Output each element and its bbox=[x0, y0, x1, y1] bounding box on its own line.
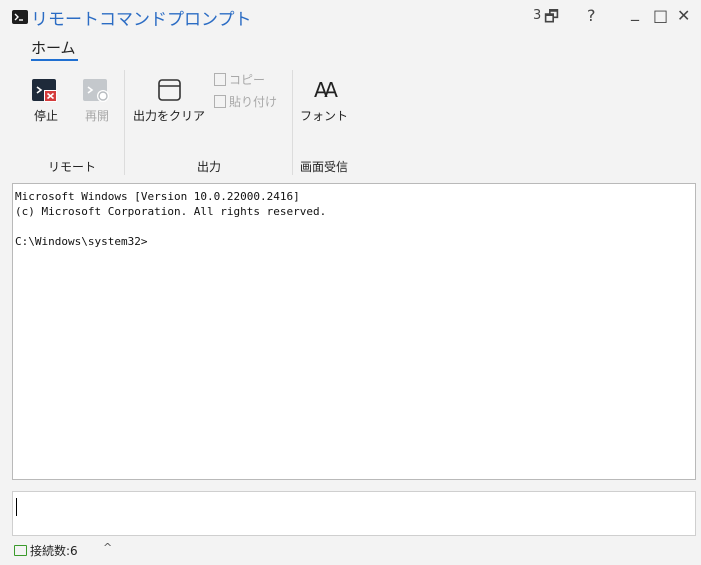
clear-output-button[interactable]: 出力をクリア bbox=[133, 75, 205, 124]
paste-icon bbox=[214, 95, 226, 108]
stop-button[interactable]: 停止 bbox=[26, 75, 66, 124]
clear-output-label: 出力をクリア bbox=[133, 109, 206, 123]
connection-count: 接続数:6 bbox=[30, 544, 78, 558]
notification-count: 3 bbox=[533, 8, 542, 23]
copy-label: コピー bbox=[229, 73, 266, 87]
copy-button[interactable]: コピー bbox=[214, 71, 265, 88]
font-icon: AA bbox=[314, 78, 338, 102]
minimize-button[interactable]: _ bbox=[631, 2, 639, 21]
connection-icon bbox=[14, 545, 27, 556]
ribbon-separator bbox=[124, 70, 125, 175]
copy-icon bbox=[214, 73, 226, 86]
title-bar: リモートコマンドプロンプト 3 🗗 ? _ □ ✕ bbox=[0, 0, 701, 36]
resume-icon bbox=[83, 79, 109, 102]
window-controls: 3 🗗 ? _ □ ✕ bbox=[531, 2, 701, 33]
ribbon-separator bbox=[292, 70, 293, 175]
chevron-up-icon[interactable]: ^ bbox=[103, 541, 112, 554]
font-button[interactable]: AA フォント bbox=[300, 75, 348, 124]
group-label-output: 出力 bbox=[197, 160, 222, 174]
group-label-remote: リモート bbox=[48, 160, 97, 174]
font-label: フォント bbox=[300, 109, 349, 123]
command-input[interactable] bbox=[12, 491, 696, 536]
paste-label: 貼り付け bbox=[229, 95, 278, 109]
console-line: Microsoft Windows [Version 10.0.22000.24… bbox=[15, 190, 300, 203]
group-label-screen: 画面受信 bbox=[300, 160, 349, 174]
restore-window-icon[interactable]: 🗗 bbox=[544, 6, 559, 33]
terminal-icon bbox=[12, 10, 28, 24]
stop-icon bbox=[32, 79, 57, 102]
resume-button[interactable]: 再開 bbox=[77, 75, 117, 124]
active-tab-indicator bbox=[31, 59, 78, 61]
console-line: (c) Microsoft Corporation. All rights re… bbox=[15, 205, 327, 218]
clear-output-icon bbox=[158, 79, 181, 101]
stop-label: 停止 bbox=[33, 109, 58, 123]
resume-label: 再開 bbox=[84, 109, 109, 123]
maximize-button[interactable]: □ bbox=[653, 6, 668, 25]
window-title: リモートコマンドプロンプト bbox=[31, 10, 252, 30]
paste-button[interactable]: 貼り付け bbox=[214, 93, 277, 110]
close-button[interactable]: ✕ bbox=[677, 6, 690, 25]
console-output[interactable]: Microsoft Windows [Version 10.0.22000.24… bbox=[12, 183, 696, 480]
console-prompt: C:\Windows\system32> bbox=[15, 235, 148, 248]
text-caret bbox=[16, 498, 17, 516]
tab-home[interactable]: ホーム bbox=[31, 37, 76, 58]
help-button[interactable]: ? bbox=[587, 6, 596, 25]
